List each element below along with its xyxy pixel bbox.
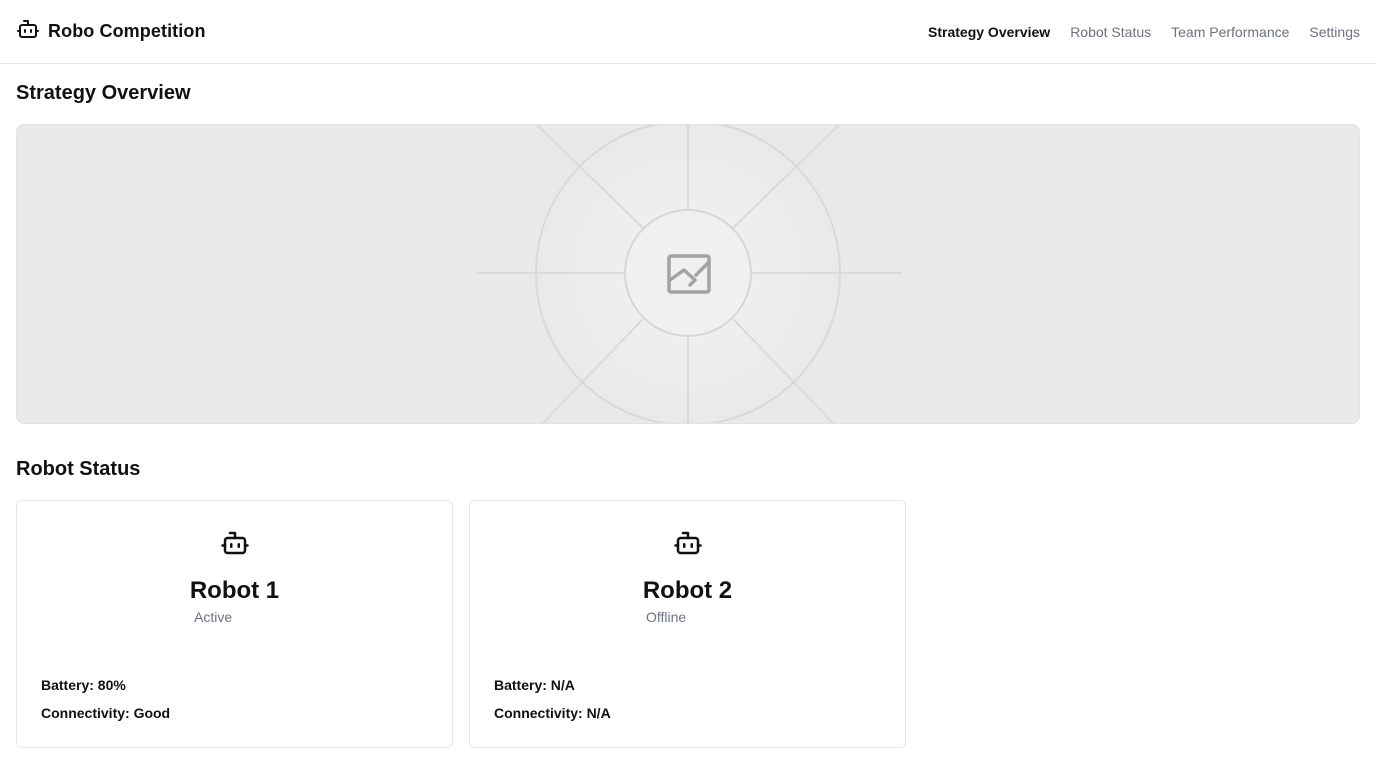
robot-battery: Battery: N/A: [494, 677, 575, 693]
strategy-section: Strategy Overview: [0, 64, 1376, 424]
robot-status-text: Active: [194, 609, 233, 625]
robot-cards: Robot 1 Active Battery: 80% Connectivity…: [16, 500, 1360, 748]
robot-card[interactable]: Robot 1 Active Battery: 80% Connectivity…: [16, 500, 453, 748]
robot-name: Robot 2: [642, 577, 733, 604]
brand[interactable]: Robo Competition: [16, 17, 206, 46]
nav-strategy-overview[interactable]: Strategy Overview: [928, 24, 1050, 40]
main-nav: Strategy Overview Robot Status Team Perf…: [928, 24, 1360, 40]
robot-icon: [220, 528, 250, 563]
app-header: Robo Competition Strategy Overview Robot…: [0, 0, 1376, 64]
nav-settings[interactable]: Settings: [1309, 24, 1360, 40]
robot-connectivity: Connectivity: Good: [41, 705, 171, 721]
section-title-strategy: Strategy Overview: [16, 82, 191, 104]
image-placeholder-graphic: [477, 125, 902, 423]
robot-status-section: Robot Status Robot 1 Active Battery: 80%…: [0, 424, 1376, 748]
strategy-image-placeholder: [16, 124, 1360, 424]
robot-icon: [16, 17, 40, 46]
robot-connectivity: Connectivity: N/A: [494, 705, 611, 721]
nav-team-performance[interactable]: Team Performance: [1171, 24, 1289, 40]
robot-battery: Battery: 80%: [41, 677, 126, 693]
section-title-robot-status: Robot Status: [16, 458, 141, 480]
app-title: Robo Competition: [48, 21, 206, 41]
robot-card[interactable]: Robot 2 Offline Battery: N/A Connectivit…: [469, 500, 906, 748]
nav-robot-status[interactable]: Robot Status: [1070, 24, 1151, 40]
robot-status-text: Offline: [646, 609, 687, 625]
robot-name: Robot 1: [189, 577, 280, 604]
robot-icon: [673, 528, 703, 563]
